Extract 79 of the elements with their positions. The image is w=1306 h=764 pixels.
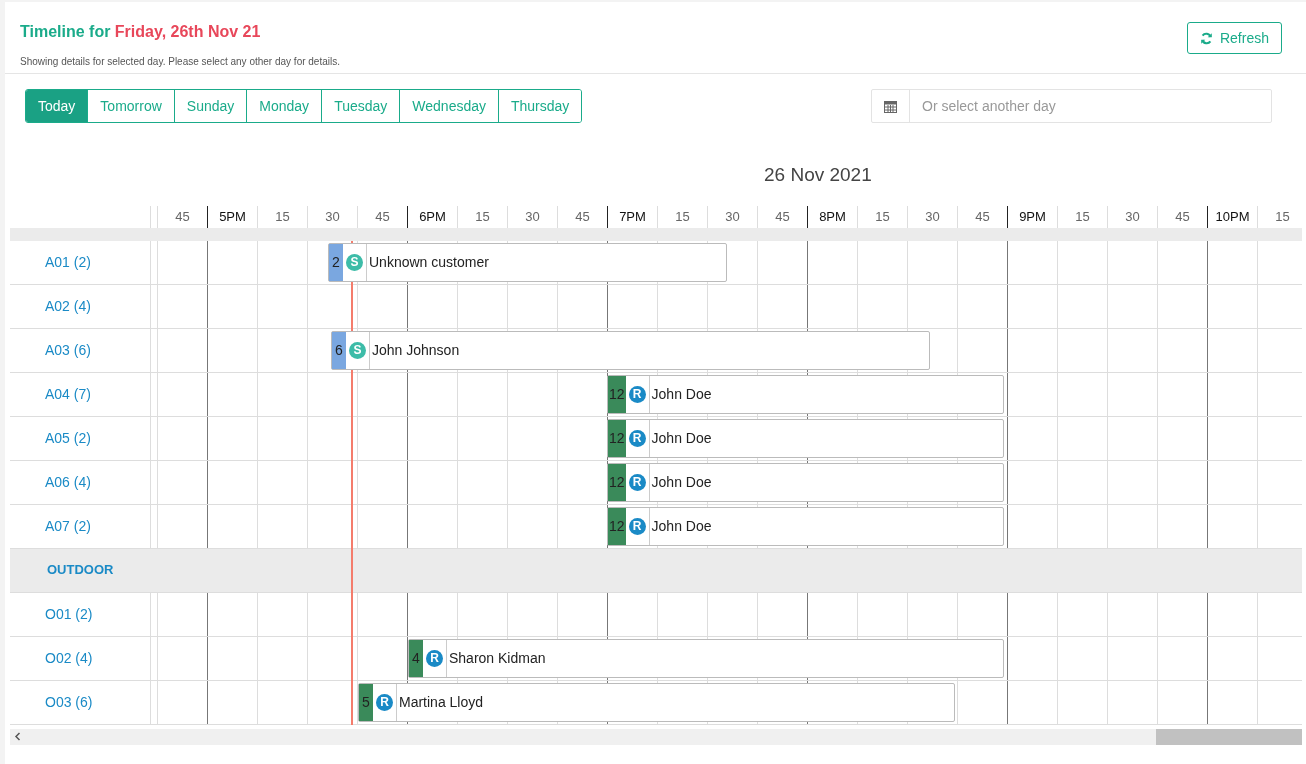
booking-bar[interactable]: 12 R John Doe bbox=[607, 374, 1004, 414]
covers-count: 12 bbox=[608, 463, 626, 501]
covers-count: 12 bbox=[608, 375, 626, 413]
time-label: 30 bbox=[1125, 207, 1140, 226]
refresh-button[interactable]: Refresh bbox=[1186, 22, 1282, 54]
subtitle-text: Showing details for selected day. Please select any other day for details. bbox=[20, 55, 340, 69]
customer-name: Unknown customer bbox=[369, 252, 489, 272]
title-date: Friday, 26th Nov 21 bbox=[114, 23, 261, 40]
section-label[interactable]: OUTDOOR bbox=[47, 560, 114, 580]
scrollbar-thumb[interactable] bbox=[1156, 728, 1302, 745]
booking-bar[interactable]: 6 S John Johnson bbox=[331, 330, 930, 370]
customer-name: Martina Lloyd bbox=[399, 692, 484, 712]
time-label: 30 bbox=[925, 207, 940, 226]
table-label[interactable]: O03 (6) bbox=[45, 691, 93, 713]
status-badge: R bbox=[628, 385, 646, 403]
time-label: 30 bbox=[725, 207, 740, 226]
day-tab[interactable]: Today bbox=[26, 90, 88, 122]
customer-name: John Doe bbox=[651, 472, 712, 492]
time-label: 15 bbox=[675, 207, 690, 226]
date-heading: 26 Nov 2021 bbox=[764, 163, 872, 187]
customer-name: John Johnson bbox=[372, 340, 460, 360]
table-label[interactable]: A06 (4) bbox=[45, 471, 91, 493]
booking-bar[interactable]: 5 R Martina Lloyd bbox=[358, 682, 955, 722]
date-picker-field[interactable]: Or select another day bbox=[871, 89, 1272, 123]
table-label[interactable]: A01 (2) bbox=[45, 251, 91, 273]
table-label[interactable]: A05 (2) bbox=[45, 427, 91, 449]
time-label: 45 bbox=[775, 207, 790, 226]
time-label: 15 bbox=[275, 207, 290, 226]
time-label: 45 bbox=[1175, 207, 1190, 226]
table-label[interactable]: A02 (4) bbox=[45, 295, 91, 317]
time-label: 15 bbox=[1275, 207, 1290, 226]
time-label: 6PM bbox=[419, 207, 446, 226]
covers-count: 12 bbox=[608, 507, 626, 545]
customer-name: John Doe bbox=[651, 516, 712, 536]
time-label: 45 bbox=[175, 207, 190, 226]
booking-bar[interactable]: 12 R John Doe bbox=[607, 418, 1004, 458]
time-label: 30 bbox=[325, 207, 340, 226]
status-badge: R bbox=[426, 649, 443, 667]
covers-count: 4 bbox=[409, 639, 423, 677]
title-text: Timeline for bbox=[20, 23, 111, 40]
status-badge: S bbox=[349, 341, 366, 359]
covers-count: 2 bbox=[329, 243, 343, 281]
time-label: 30 bbox=[525, 207, 540, 226]
table-label[interactable]: O01 (2) bbox=[45, 603, 93, 625]
time-label: 15 bbox=[475, 207, 490, 226]
time-label: 15 bbox=[1075, 207, 1090, 226]
booking-bar[interactable]: 12 R John Doe bbox=[607, 506, 1004, 546]
horizontal-scrollbar[interactable] bbox=[10, 728, 1302, 745]
covers-count: 12 bbox=[608, 419, 626, 457]
status-badge: R bbox=[628, 429, 646, 447]
day-tab[interactable]: Thursday bbox=[498, 90, 582, 122]
time-label: 7PM bbox=[619, 207, 646, 226]
refresh-icon bbox=[1199, 31, 1213, 45]
time-label: 8PM bbox=[819, 207, 846, 226]
calendar-icon bbox=[884, 99, 897, 113]
time-label: 45 bbox=[975, 207, 990, 226]
time-label: 45 bbox=[375, 207, 390, 226]
date-input[interactable]: Or select another day bbox=[910, 90, 1271, 122]
time-label: 9PM bbox=[1019, 207, 1046, 226]
time-label: 10PM bbox=[1215, 207, 1250, 226]
status-badge: S bbox=[346, 253, 363, 271]
covers-count: 6 bbox=[332, 331, 346, 369]
time-label: 45 bbox=[575, 207, 590, 226]
status-badge: R bbox=[628, 473, 646, 491]
covers-count: 5 bbox=[359, 683, 373, 721]
time-label: 5PM bbox=[219, 207, 246, 226]
time-label: 15 bbox=[875, 207, 890, 226]
table-label[interactable]: A07 (2) bbox=[45, 515, 91, 537]
booking-bar[interactable]: 4 R Sharon Kidman bbox=[408, 638, 1004, 678]
status-badge: R bbox=[628, 517, 646, 535]
customer-name: John Doe bbox=[651, 384, 712, 404]
customer-name: John Doe bbox=[651, 428, 712, 448]
table-label[interactable]: A04 (7) bbox=[45, 383, 91, 405]
table-label[interactable]: A03 (6) bbox=[45, 339, 91, 361]
booking-bar[interactable]: 2 S Unknown customer bbox=[328, 242, 727, 282]
status-badge: R bbox=[376, 693, 393, 711]
customer-name: Sharon Kidman bbox=[449, 648, 546, 668]
table-label[interactable]: O02 (4) bbox=[45, 647, 93, 669]
booking-bar[interactable]: 12 R John Doe bbox=[607, 462, 1004, 502]
